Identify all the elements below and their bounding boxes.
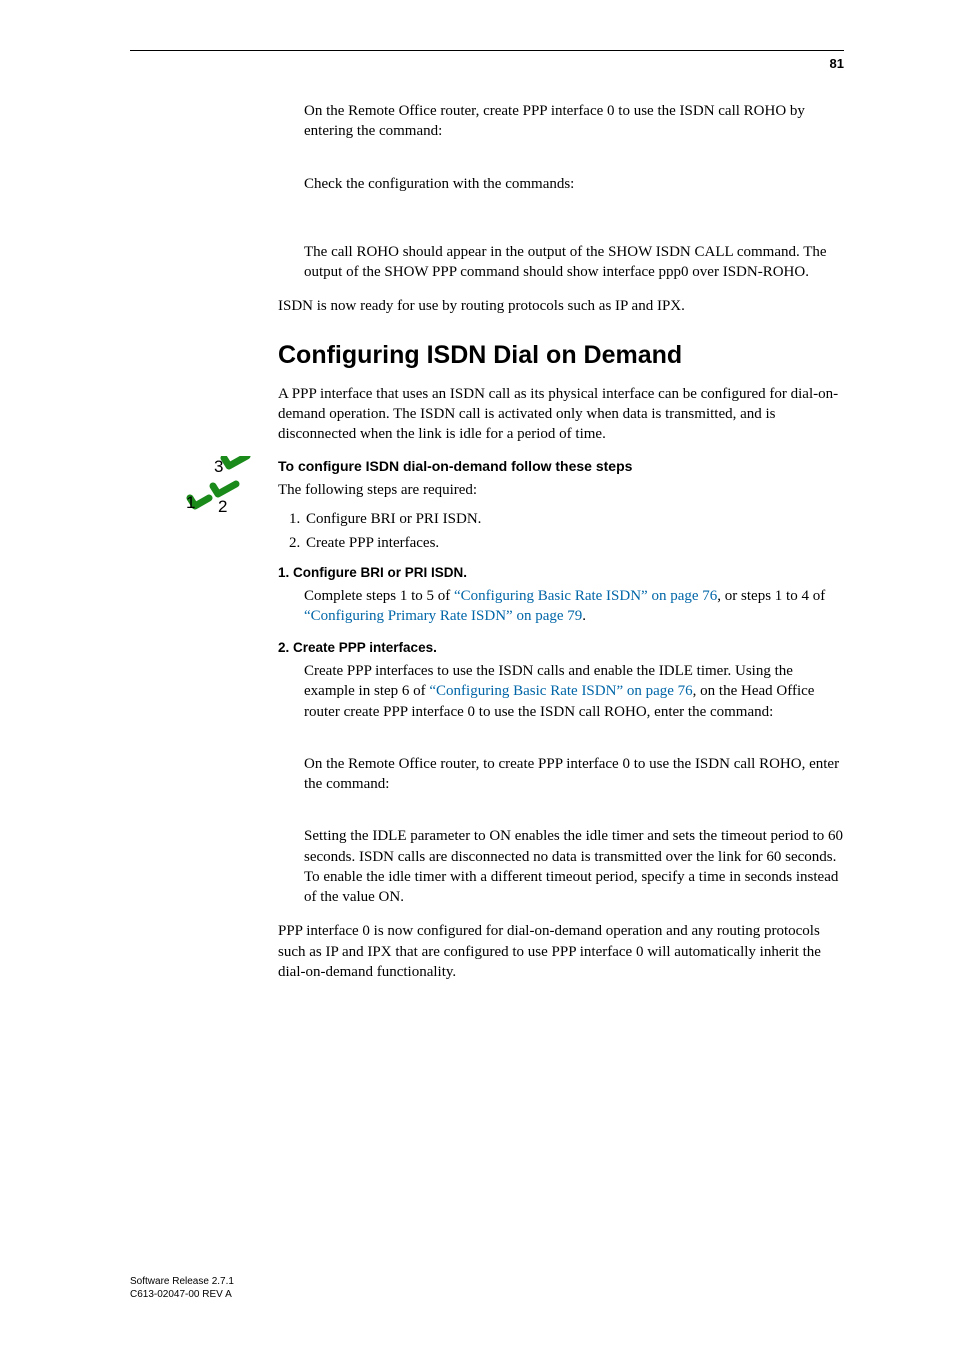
body-paragraph: PPP interface 0 is now configured for di… — [278, 921, 844, 982]
svg-text:1: 1 — [186, 493, 195, 512]
cross-reference-link[interactable]: “Configuring Basic Rate ISDN” on page 76 — [454, 588, 717, 604]
body-paragraph: Check the configuration with the command… — [304, 174, 844, 194]
body-paragraph: ISDN is now ready for use by routing pro… — [278, 296, 844, 316]
list-item: Configure BRI or PRI ISDN. — [304, 507, 844, 531]
procedure-icon: 3 2 1 — [186, 456, 258, 525]
svg-text:2: 2 — [218, 497, 227, 516]
body-paragraph: On the Remote Office router, create PPP … — [304, 101, 844, 142]
page-header: 81 — [130, 50, 844, 71]
cross-reference-link[interactable]: “Configuring Primary Rate ISDN” on page … — [304, 608, 582, 624]
body-paragraph: The call ROHO should appear in the outpu… — [304, 242, 844, 283]
list-item: Create PPP interfaces. — [304, 531, 844, 555]
body-paragraph: Complete steps 1 to 5 of “Configuring Ba… — [304, 586, 844, 627]
svg-text:3: 3 — [214, 457, 223, 476]
body-paragraph: On the Remote Office router, to create P… — [304, 754, 844, 795]
text-span: Complete steps 1 to 5 of — [304, 588, 454, 604]
text-span: , or steps 1 to 4 of — [717, 588, 825, 604]
steps-overview-list: Configure BRI or PRI ISDN. Create PPP in… — [278, 507, 844, 555]
page-footer: Software Release 2.7.1 C613-02047-00 REV… — [130, 1276, 234, 1301]
body-paragraph: A PPP interface that uses an ISDN call a… — [278, 384, 844, 445]
text-span: . — [582, 608, 586, 624]
footer-line: C613-02047-00 REV A — [130, 1289, 234, 1302]
body-paragraph: Setting the IDLE parameter to ON enables… — [304, 826, 844, 907]
section-heading: Configuring ISDN Dial on Demand — [278, 341, 844, 370]
cross-reference-link[interactable]: “Configuring Basic Rate ISDN” on page 76 — [429, 683, 692, 699]
step-heading: 2. Create PPP interfaces. — [278, 640, 844, 655]
step-heading: 1. Configure BRI or PRI ISDN. — [278, 565, 844, 580]
page-number: 81 — [130, 51, 844, 71]
body-paragraph: Create PPP interfaces to use the ISDN ca… — [304, 661, 844, 722]
footer-line: Software Release 2.7.1 — [130, 1276, 234, 1289]
procedure-heading: To configure ISDN dial-on-demand follow … — [278, 458, 844, 474]
body-paragraph: The following steps are required: — [278, 480, 844, 500]
